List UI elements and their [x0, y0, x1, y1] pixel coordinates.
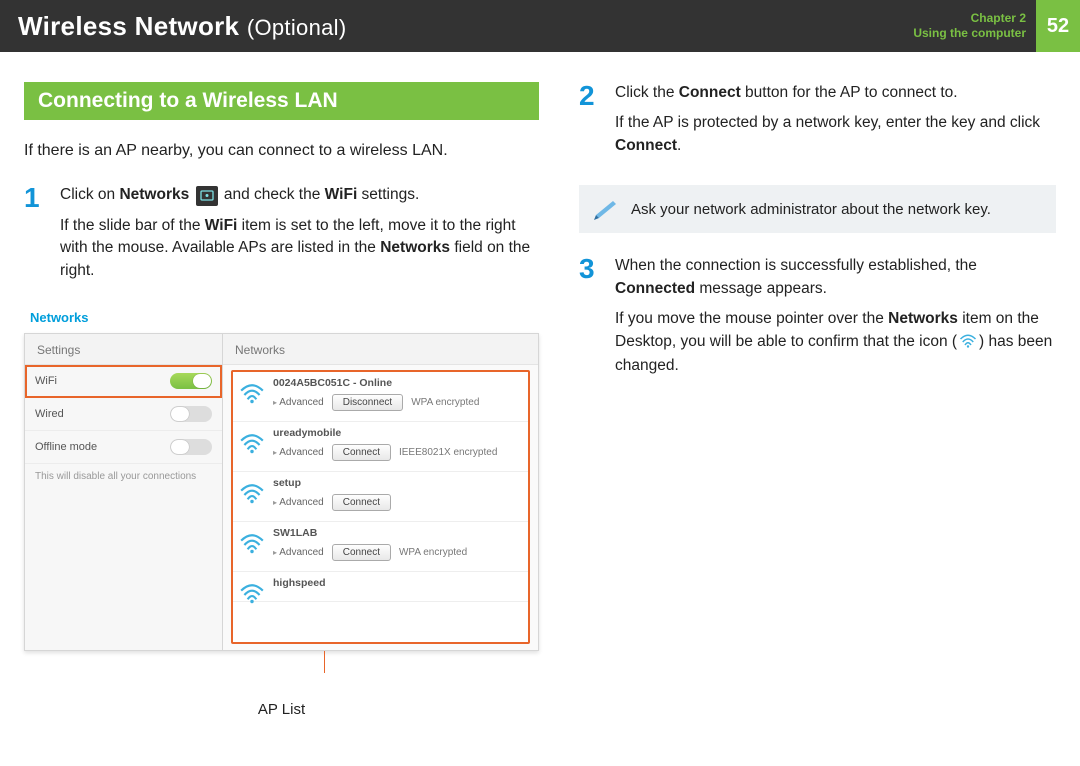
title-main: Wireless Network [18, 11, 239, 41]
wifi-row[interactable]: WiFi [25, 365, 222, 398]
step-1-line1: Click on Networks and check the WiFi set… [60, 184, 539, 206]
wifi-signal-icon [239, 432, 265, 454]
ap-name: ureadymobile [273, 427, 520, 439]
step-3-number: 3 [579, 255, 603, 385]
ap-item[interactable]: highspeed [233, 572, 528, 602]
offline-toggle[interactable] [170, 439, 212, 455]
callout-leader [324, 651, 325, 673]
step-3-line1: When the connection is successfully esta… [615, 255, 1056, 300]
connect-button[interactable]: Connect [332, 444, 391, 461]
offline-row[interactable]: Offline mode [25, 431, 222, 464]
step-1: 1 Click on Networks and check the WiFi s… [24, 184, 539, 290]
right-column: 2 Click the Connect button for the AP to… [579, 82, 1056, 718]
step-2: 2 Click the Connect button for the AP to… [579, 82, 1056, 165]
wifi-signal-icon [239, 482, 265, 504]
connect-button[interactable]: Connect [332, 544, 391, 561]
panel-title: Networks [30, 310, 539, 325]
page-header: Wireless Network (Optional) Chapter 2 Us… [0, 0, 1080, 52]
ap-advanced[interactable]: Advanced [273, 547, 324, 558]
page-title: Wireless Network (Optional) [18, 11, 346, 42]
networks-list-pane: Networks 0024A5BC051C - Online Advanced … [223, 334, 538, 650]
ap-item[interactable]: ureadymobile Advanced Connect IEEE8021X … [233, 422, 528, 472]
wifi-signal-icon [239, 582, 265, 604]
title-suffix: (Optional) [247, 15, 347, 40]
page-number: 52 [1036, 0, 1080, 52]
chapter-line2: Using the computer [913, 26, 1026, 41]
ap-name: 0024A5BC051C - Online [273, 377, 520, 389]
ap-name: highspeed [273, 577, 520, 589]
wifi-icon [959, 333, 977, 355]
ap-list-caption: AP List [24, 701, 539, 718]
ap-name: SW1LAB [273, 527, 520, 539]
networks-icon [196, 186, 218, 206]
step-1-number: 1 [24, 184, 48, 290]
ap-advanced[interactable]: Advanced [273, 447, 324, 458]
main-header: Networks [223, 334, 538, 365]
step-1-line2: If the slide bar of the WiFi item is set… [60, 215, 539, 282]
ap-item[interactable]: setup Advanced Connect [233, 472, 528, 522]
left-column: Connecting to a Wireless LAN If there is… [24, 82, 539, 718]
networks-panel: Settings WiFi Wired Offline mode This wi… [24, 333, 539, 651]
step-2-line1: Click the Connect button for the AP to c… [615, 82, 1056, 104]
ap-name: setup [273, 477, 520, 489]
note-icon [593, 197, 619, 221]
wifi-signal-icon [239, 382, 265, 404]
ap-item[interactable]: 0024A5BC051C - Online Advanced Disconnec… [233, 372, 528, 422]
ap-list-highlight: 0024A5BC051C - Online Advanced Disconnec… [231, 370, 530, 644]
wifi-label: WiFi [35, 375, 57, 387]
wifi-signal-icon [239, 532, 265, 554]
chapter-line1: Chapter 2 [913, 11, 1026, 26]
ap-item[interactable]: SW1LAB Advanced Connect WPA encrypted [233, 522, 528, 572]
wifi-toggle[interactable] [170, 373, 212, 389]
ap-advanced[interactable]: Advanced [273, 497, 324, 508]
ap-encryption: WPA encrypted [411, 397, 479, 408]
connect-button[interactable]: Connect [332, 494, 391, 511]
note-callout: Ask your network administrator about the… [579, 185, 1056, 233]
disconnect-button[interactable]: Disconnect [332, 394, 403, 411]
sidebar-header: Settings [25, 334, 222, 365]
wired-row[interactable]: Wired [25, 398, 222, 431]
wired-label: Wired [35, 408, 64, 420]
ap-encryption: IEEE8021X encrypted [399, 447, 497, 458]
step-3-line2: If you move the mouse pointer over the N… [615, 308, 1056, 377]
note-text: Ask your network administrator about the… [631, 201, 991, 218]
chapter-label: Chapter 2 Using the computer [913, 11, 1036, 41]
step-3: 3 When the connection is successfully es… [579, 255, 1056, 385]
settings-sidebar: Settings WiFi Wired Offline mode This wi… [25, 334, 223, 650]
offline-label: Offline mode [35, 441, 97, 453]
ap-advanced[interactable]: Advanced [273, 397, 324, 408]
wired-toggle[interactable] [170, 406, 212, 422]
ap-encryption: WPA encrypted [399, 547, 467, 558]
networks-panel-wrap: Networks Settings WiFi Wired Offline mod… [24, 310, 539, 718]
intro-text: If there is an AP nearby, you can connec… [24, 140, 539, 162]
section-heading: Connecting to a Wireless LAN [24, 82, 539, 120]
offline-note: This will disable all your connections [25, 464, 222, 483]
header-right: Chapter 2 Using the computer 52 [913, 0, 1080, 52]
step-2-line2: If the AP is protected by a network key,… [615, 112, 1056, 157]
step-2-number: 2 [579, 82, 603, 165]
